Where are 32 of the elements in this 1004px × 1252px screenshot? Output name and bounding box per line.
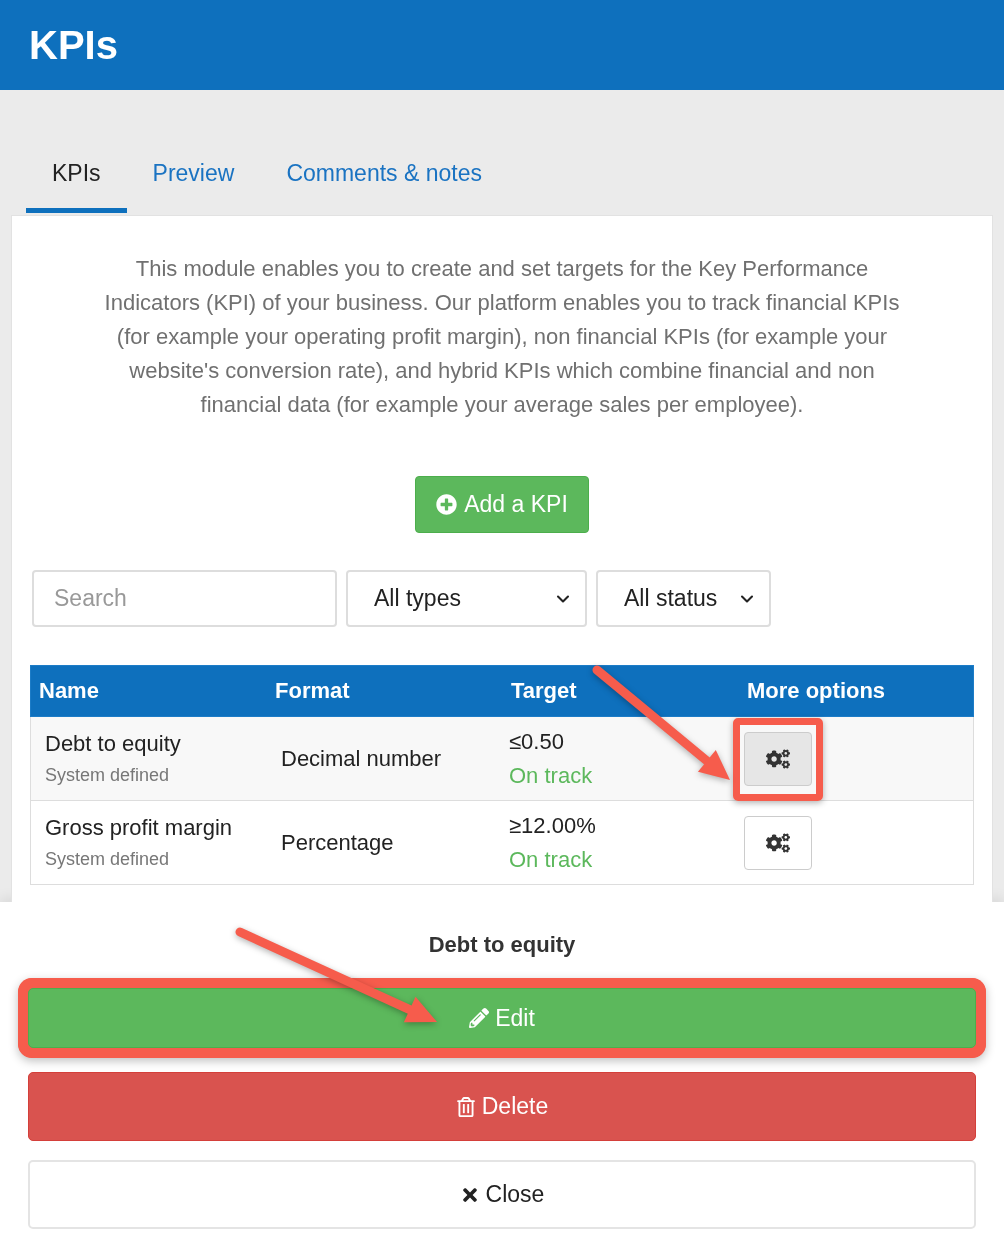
status-select[interactable]: All status — [596, 570, 771, 627]
sheet-title: Debt to equity — [427, 932, 577, 958]
add-kpi-button[interactable]: Add a KPI — [415, 476, 589, 533]
column-header: Target — [510, 678, 578, 704]
column-header: More options — [746, 678, 887, 704]
type-select[interactable]: All types — [346, 570, 587, 627]
delete-button[interactable]: Delete — [28, 1072, 976, 1141]
options-button[interactable] — [744, 815, 812, 870]
kpi-status: On track — [509, 846, 594, 873]
column-header: Format — [274, 678, 351, 704]
tab[interactable]: Preview — [126, 146, 261, 213]
trash-icon — [455, 1096, 476, 1117]
tab[interactable]: Comments & notes — [260, 146, 508, 213]
gears-icon — [766, 830, 790, 855]
kpi-format: Decimal number — [281, 745, 443, 772]
kpi-target: ≥12.00% — [509, 812, 597, 839]
kpi-source: System defined — [45, 765, 171, 786]
options-button[interactable] — [744, 731, 812, 786]
kpi-name: Debt to equity — [45, 731, 182, 757]
plus-icon — [436, 494, 458, 515]
kpi-source: System defined — [45, 849, 171, 870]
kpi-name: Gross profit margin — [45, 815, 234, 841]
close-button[interactable]: Close — [28, 1160, 976, 1229]
kpi-status: On track — [509, 762, 594, 789]
gears-icon — [766, 746, 790, 771]
column-header: Name — [38, 678, 100, 704]
description: This module enables you to create and set targets for the Key Performance Indicators (KPI) of your business. Our platform enables you to track financial KPIs (for example your operating profit margin), non financial KPIs (for example your website's conversion rate), and hybrid KPIs which combine financial and non financial data (for example your average sales per employee). — [103, 255, 901, 419]
search-field[interactable]: Search — [32, 570, 337, 627]
pencil-icon — [469, 1008, 490, 1028]
kpi-format: Percentage — [281, 829, 395, 856]
page-title: KPIs — [29, 22, 118, 68]
kpi-target: ≤0.50 — [509, 728, 565, 755]
